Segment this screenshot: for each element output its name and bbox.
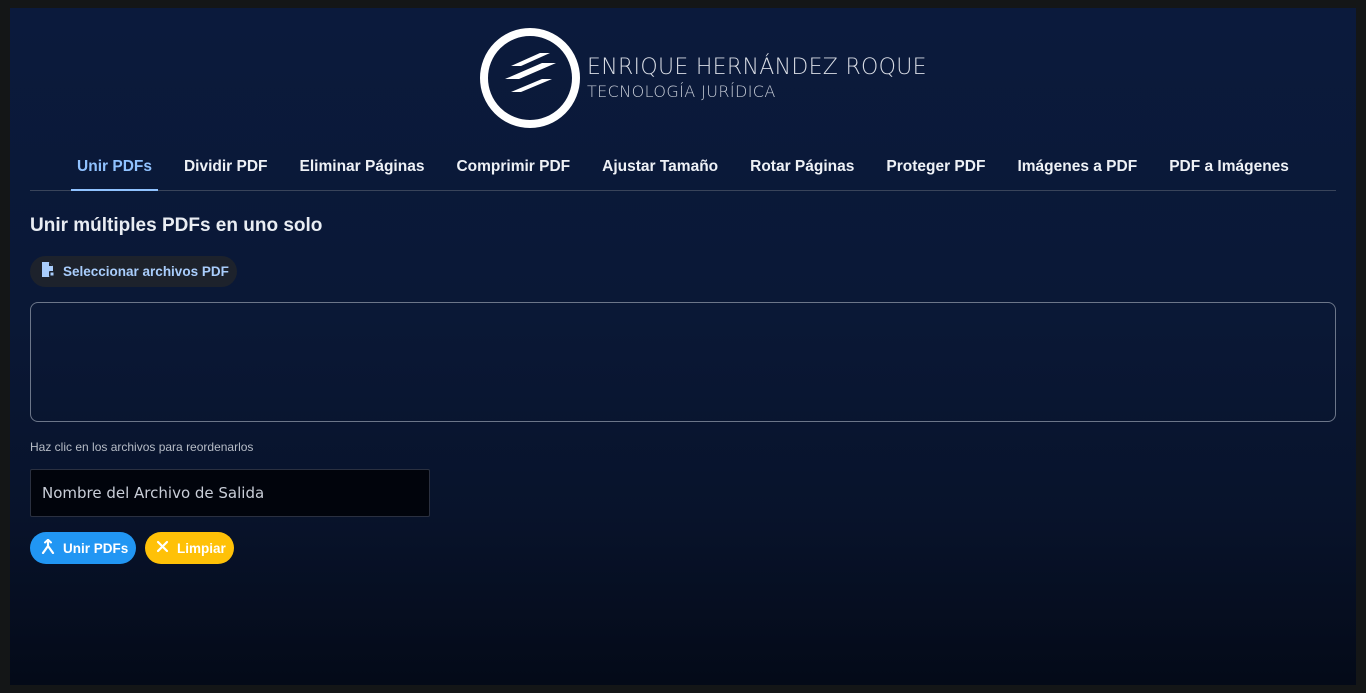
logo-stripes-icon [480,28,580,128]
tab-pdf-a-imagenes[interactable]: PDF a Imágenes [1153,152,1305,190]
merge-icon [41,538,55,557]
tab-comprimir-pdf[interactable]: Comprimir PDF [440,152,586,190]
brand-subtitle: TECNOLOGÍA JURÍDICA [587,82,776,101]
close-icon [156,540,169,556]
merge-pdfs-label: Unir PDFs [63,540,129,556]
brand-name: ENRIQUE HERNÁNDEZ ROQUE [587,55,927,80]
reorder-hint: Haz clic en los archivos para reordenarl… [30,440,254,454]
tab-unir-pdfs[interactable]: Unir PDFs [61,152,168,191]
file-pdf-icon [40,261,56,282]
file-list-area[interactable] [30,302,1336,422]
select-files-button[interactable]: Seleccionar archivos PDF [30,256,237,287]
select-files-label: Seleccionar archivos PDF [63,264,229,279]
output-filename-input[interactable] [30,469,430,517]
tab-imagenes-a-pdf[interactable]: Imágenes a PDF [1001,152,1153,190]
clear-button[interactable]: Limpiar [145,532,234,564]
app-frame: ENRIQUE HERNÁNDEZ ROQUE TECNOLOGÍA JURÍD… [10,8,1356,685]
tab-proteger-pdf[interactable]: Proteger PDF [870,152,1001,190]
tab-dividir-pdf[interactable]: Dividir PDF [168,152,284,190]
tool-tabs: Unir PDFs Dividir PDF Eliminar Páginas C… [30,152,1336,191]
merge-pdfs-button[interactable]: Unir PDFs [30,532,137,564]
clear-label: Limpiar [177,540,226,556]
tab-rotar-paginas[interactable]: Rotar Páginas [734,152,870,190]
section-title: Unir múltiples PDFs en uno solo [30,215,323,236]
tab-ajustar-tamano[interactable]: Ajustar Tamaño [586,152,734,190]
header: ENRIQUE HERNÁNDEZ ROQUE TECNOLOGÍA JURÍD… [10,8,1356,148]
tab-eliminar-paginas[interactable]: Eliminar Páginas [284,152,441,190]
